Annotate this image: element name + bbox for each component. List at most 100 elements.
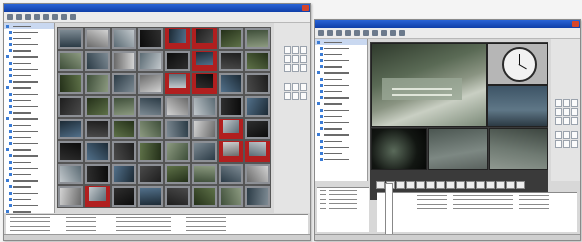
camera-tile[interactable] <box>138 28 163 49</box>
control-button[interactable] <box>292 55 299 63</box>
close-icon[interactable] <box>302 5 309 11</box>
camera-tile[interactable] <box>84 118 110 140</box>
camera-tile[interactable] <box>138 141 163 162</box>
camera-tile[interactable] <box>245 163 270 185</box>
control-button[interactable] <box>300 55 307 63</box>
control-button[interactable] <box>284 55 291 63</box>
camera-tile[interactable] <box>165 186 190 207</box>
event-log[interactable] <box>377 192 577 232</box>
camera-tile[interactable] <box>218 118 244 140</box>
camera-tile[interactable] <box>165 73 190 94</box>
camera-tile[interactable] <box>191 28 217 49</box>
control-button[interactable] <box>555 117 562 125</box>
playback-button-icon[interactable] <box>416 181 425 189</box>
video-feed-5[interactable] <box>428 128 488 170</box>
camera-tile[interactable] <box>245 73 270 94</box>
log-row[interactable] <box>317 206 369 211</box>
camera-tree[interactable] <box>4 23 55 213</box>
camera-tile[interactable] <box>138 186 163 207</box>
camera-tile[interactable] <box>111 50 137 72</box>
camera-tile[interactable] <box>245 186 270 207</box>
toolbar-button-icon[interactable] <box>16 14 22 20</box>
camera-tile[interactable] <box>191 50 217 72</box>
camera-tile[interactable] <box>111 28 137 49</box>
video-feed-4[interactable] <box>371 128 427 170</box>
toolbar-button-icon[interactable] <box>381 30 387 36</box>
playback-button-icon[interactable] <box>456 181 465 189</box>
camera-tile[interactable] <box>84 186 110 207</box>
control-button[interactable] <box>300 83 307 91</box>
control-button[interactable] <box>284 46 291 54</box>
playback-button-icon[interactable] <box>476 181 485 189</box>
camera-tree[interactable] <box>315 39 368 181</box>
toolbar-button-icon[interactable] <box>34 14 40 20</box>
control-button[interactable] <box>571 99 578 107</box>
preset-grid[interactable] <box>284 83 307 100</box>
control-button[interactable] <box>292 83 299 91</box>
camera-tile[interactable] <box>218 50 244 72</box>
camera-tile[interactable] <box>165 95 190 117</box>
event-list[interactable] <box>317 187 369 232</box>
camera-tile[interactable] <box>84 73 110 94</box>
camera-tile[interactable] <box>58 141 83 162</box>
control-button[interactable] <box>563 108 570 116</box>
camera-tile[interactable] <box>138 163 163 185</box>
camera-tile[interactable] <box>165 163 190 185</box>
toolbar-button-icon[interactable] <box>7 14 13 20</box>
camera-tile[interactable] <box>111 141 137 162</box>
camera-tile[interactable] <box>84 163 110 185</box>
camera-tile[interactable] <box>245 118 270 140</box>
toolbar-button-icon[interactable] <box>372 30 378 36</box>
control-button[interactable] <box>563 131 570 139</box>
camera-tile[interactable] <box>111 95 137 117</box>
camera-tile[interactable] <box>84 50 110 72</box>
toolbar-button-icon[interactable] <box>327 30 333 36</box>
control-button[interactable] <box>571 108 578 116</box>
camera-tile[interactable] <box>111 163 137 185</box>
control-button[interactable] <box>571 131 578 139</box>
camera-tile[interactable] <box>84 28 110 49</box>
control-button[interactable] <box>292 46 299 54</box>
playback-button-icon[interactable] <box>496 181 505 189</box>
camera-tile[interactable] <box>218 73 244 94</box>
close-icon[interactable] <box>572 21 579 27</box>
control-button[interactable] <box>571 140 578 148</box>
camera-tile[interactable] <box>218 186 244 207</box>
camera-tile[interactable] <box>111 118 137 140</box>
control-button[interactable] <box>284 64 291 72</box>
camera-tile[interactable] <box>218 28 244 49</box>
control-button[interactable] <box>555 131 562 139</box>
playback-button-icon[interactable] <box>446 181 455 189</box>
toolbar-button-icon[interactable] <box>25 14 31 20</box>
control-button[interactable] <box>563 140 570 148</box>
camera-tile[interactable] <box>165 141 190 162</box>
camera-tile[interactable] <box>111 186 137 207</box>
control-button[interactable] <box>555 140 562 148</box>
control-button[interactable] <box>292 92 299 100</box>
camera-tile[interactable] <box>191 95 217 117</box>
toolbar-button-icon[interactable] <box>363 30 369 36</box>
camera-tile[interactable] <box>165 28 190 49</box>
toolbar-button-icon[interactable] <box>43 14 49 20</box>
camera-tile[interactable] <box>191 73 217 94</box>
camera-tile[interactable] <box>138 73 163 94</box>
toolbar-button-icon[interactable] <box>52 14 58 20</box>
toolbar-button-icon[interactable] <box>399 30 405 36</box>
tree-item[interactable] <box>4 209 54 213</box>
camera-tile[interactable] <box>165 50 190 72</box>
camera-tile[interactable] <box>218 163 244 185</box>
camera-tile[interactable] <box>58 118 83 140</box>
clock-video-feed[interactable] <box>487 43 548 85</box>
camera-tile[interactable] <box>111 73 137 94</box>
camera-tile[interactable] <box>58 73 83 94</box>
toolbar-button-icon[interactable] <box>70 14 76 20</box>
log-row[interactable] <box>377 207 577 212</box>
camera-tile[interactable] <box>58 163 83 185</box>
camera-tile[interactable] <box>58 50 83 72</box>
camera-tile[interactable] <box>191 118 217 140</box>
control-button[interactable] <box>284 92 291 100</box>
camera-tile[interactable] <box>138 50 163 72</box>
main-video-feed[interactable] <box>371 43 487 127</box>
preset-grid[interactable] <box>555 131 578 148</box>
control-button[interactable] <box>563 99 570 107</box>
